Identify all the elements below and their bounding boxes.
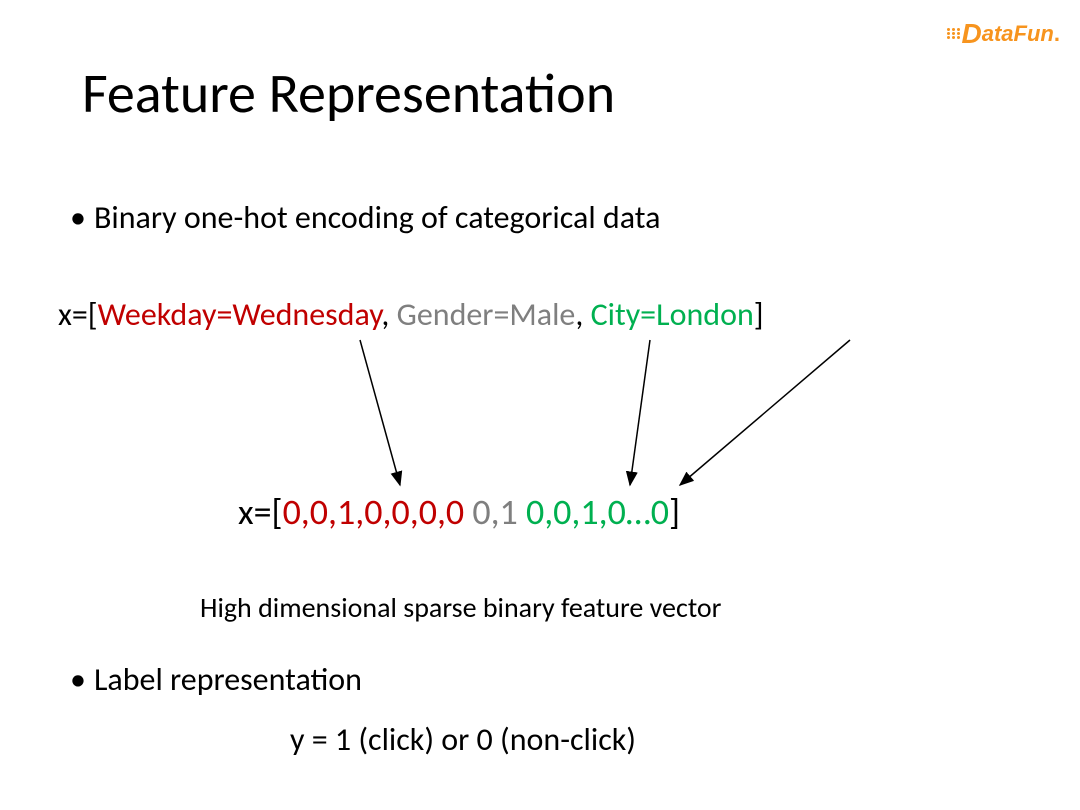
bullet2-text: Label representation <box>94 660 362 699</box>
datafun-logo: DataFun. <box>947 18 1060 50</box>
vector-green: 0,0,1,0…0 <box>526 490 669 534</box>
bullet-dot-icon: • <box>70 198 86 237</box>
vector-space2 <box>518 490 526 534</box>
example-city: City=London <box>591 295 754 334</box>
vector-suffix: ] <box>669 490 680 534</box>
vector-gray: 0,1 <box>472 490 517 534</box>
arrow-city <box>680 340 850 485</box>
example-weekday: Weekday=Wednesday <box>98 295 382 334</box>
example-suffix: ] <box>754 295 764 334</box>
example-sep2: , <box>575 295 590 334</box>
example-sep1: , <box>381 295 396 334</box>
example-feature-line: x=[Weekday=Wednesday, Gender=Male, City=… <box>58 295 764 334</box>
label-representation-line: y = 1 (click) or 0 (non-click) <box>290 720 636 759</box>
vector-red: 0,0,1,0,0,0,0 <box>283 490 465 534</box>
logo-dots-icon <box>947 28 960 40</box>
slide-title: Feature Representation <box>82 60 615 128</box>
arrow-gender <box>630 340 650 485</box>
example-gender: Gender=Male <box>397 295 576 334</box>
logo-letter-d: D <box>962 18 982 50</box>
encoded-vector-line: x=[0,0,1,0,0,0,0 0,1 0,0,1,0…0] <box>238 490 680 534</box>
vector-prefix: x=[ <box>238 490 283 534</box>
vector-caption: High dimensional sparse binary feature v… <box>200 590 721 625</box>
bullet-onehot: •Binary one-hot encoding of categorical … <box>70 198 660 237</box>
bullet-label: •Label representation <box>70 660 362 699</box>
logo-text-rest: ataFun <box>982 21 1054 47</box>
logo-period: . <box>1054 21 1060 47</box>
example-prefix: x=[ <box>58 295 98 334</box>
bullet-dot-icon: • <box>70 660 86 699</box>
bullet1-text: Binary one-hot encoding of categorical d… <box>94 198 660 237</box>
arrow-weekday <box>360 340 400 485</box>
